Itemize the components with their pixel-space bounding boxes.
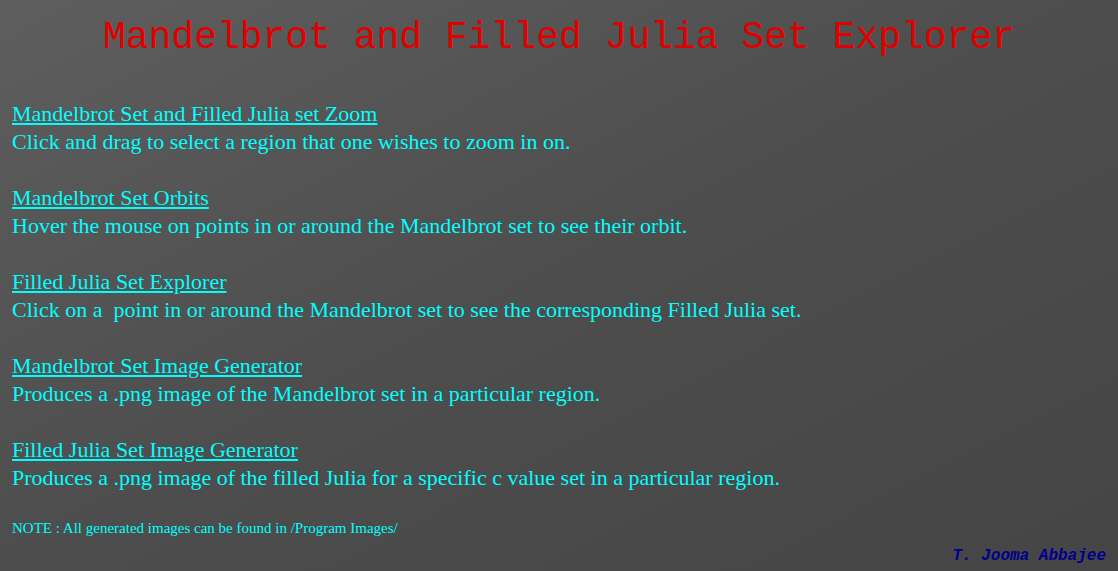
author-name: T. Jooma Abbajee bbox=[952, 546, 1106, 566]
menu-link[interactable]: Filled Julia Set Explorer bbox=[12, 268, 226, 296]
menu-description: Produces a .png image of the Mandelbrot … bbox=[12, 380, 600, 408]
explorer-page: Mandelbrot and Filled Julia Set Explorer… bbox=[0, 0, 1118, 571]
menu-item: Mandelbrot Set and Filled Julia set Zoom… bbox=[12, 100, 1118, 156]
menu-description: Click on a point in or around the Mandel… bbox=[12, 296, 801, 324]
menu-item: Mandelbrot Set OrbitsHover the mouse on … bbox=[12, 184, 1118, 240]
menu-list: Mandelbrot Set and Filled Julia set Zoom… bbox=[0, 60, 1118, 492]
menu-link[interactable]: Mandelbrot Set Orbits bbox=[12, 184, 209, 212]
note-text: NOTE : All generated images can be found… bbox=[0, 492, 1118, 538]
menu-item: Mandelbrot Set Image GeneratorProduces a… bbox=[12, 352, 1118, 408]
menu-description: Produces a .png image of the filled Juli… bbox=[12, 464, 780, 492]
menu-description: Hover the mouse on points in or around t… bbox=[12, 212, 687, 240]
menu-description: Click and drag to select a region that o… bbox=[12, 128, 570, 156]
page-title: Mandelbrot and Filled Julia Set Explorer bbox=[0, 0, 1118, 60]
menu-link[interactable]: Mandelbrot Set Image Generator bbox=[12, 352, 302, 380]
menu-item: Filled Julia Set ExplorerClick on a poin… bbox=[12, 268, 1118, 324]
menu-link[interactable]: Filled Julia Set Image Generator bbox=[12, 436, 298, 464]
menu-item: Filled Julia Set Image GeneratorProduces… bbox=[12, 436, 1118, 492]
menu-link[interactable]: Mandelbrot Set and Filled Julia set Zoom bbox=[12, 100, 377, 128]
